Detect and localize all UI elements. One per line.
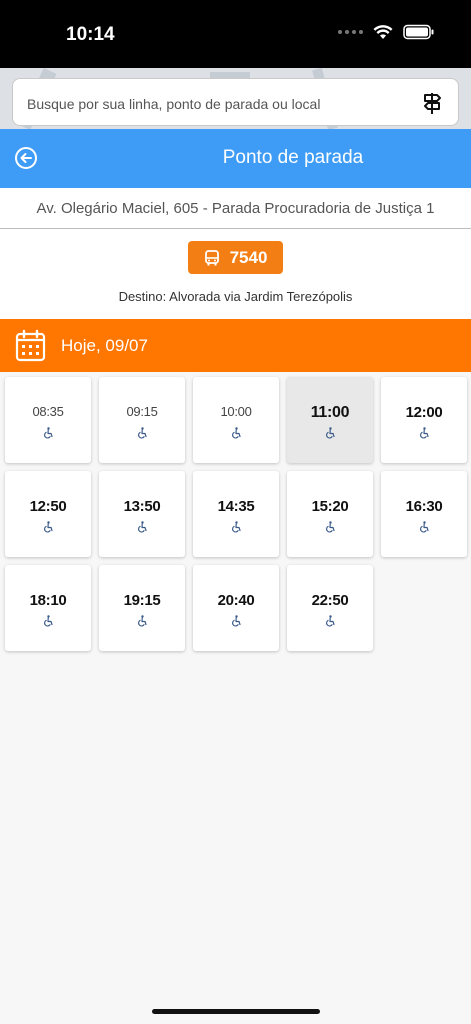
status-bar: 10:14 xyxy=(0,0,471,68)
departure-time: 12:00 xyxy=(405,404,443,421)
departure-time-tile[interactable]: 19:15 xyxy=(99,565,185,651)
departure-time-tile[interactable]: 15:20 xyxy=(287,471,373,557)
departure-time: 12:50 xyxy=(29,498,67,515)
departure-time: 08:35 xyxy=(32,404,64,419)
stop-name: Av. Olegário Maciel, 605 - Parada Procur… xyxy=(0,188,471,229)
signpost-icon[interactable] xyxy=(420,90,446,116)
departure-time-tile[interactable]: 12:00 xyxy=(381,377,467,463)
departure-time: 15:20 xyxy=(311,498,349,515)
wheelchair-icon xyxy=(418,520,430,533)
wheelchair-icon xyxy=(324,614,336,627)
wheelchair-icon xyxy=(136,520,148,533)
departure-time-tile[interactable]: 10:00 xyxy=(193,377,279,463)
status-time: 10:14 xyxy=(66,24,115,45)
cellular-signal-icon xyxy=(338,30,363,34)
wheelchair-icon xyxy=(42,426,54,439)
departure-time-tile[interactable]: 12:50 xyxy=(5,471,91,557)
battery-icon xyxy=(403,24,434,40)
wheelchair-icon xyxy=(324,426,336,439)
wheelchair-icon xyxy=(230,426,242,439)
departure-time: 16:30 xyxy=(405,498,443,515)
wheelchair-icon xyxy=(418,426,430,439)
departure-time-tile[interactable]: 11:00 xyxy=(287,377,373,463)
departure-time-tile[interactable]: 16:30 xyxy=(381,471,467,557)
date-label: Hoje, 09/07 xyxy=(61,336,148,355)
departure-time-tile[interactable]: 18:10 xyxy=(5,565,91,651)
line-badge[interactable]: 7540 xyxy=(188,241,283,274)
departure-time: 22:50 xyxy=(311,592,349,609)
departure-time-tile[interactable]: 08:35 xyxy=(5,377,91,463)
departure-time-tile[interactable]: 22:50 xyxy=(287,565,373,651)
departure-time: 13:50 xyxy=(123,498,161,515)
departure-time: 14:35 xyxy=(217,498,255,515)
line-number: 7540 xyxy=(229,247,268,267)
wheelchair-icon xyxy=(324,520,336,533)
calendar-icon xyxy=(15,329,46,362)
wheelchair-icon xyxy=(230,614,242,627)
line-info: 7540 Destino: Alvorada via Jardim Terezó… xyxy=(0,229,471,319)
destination-label: Destino: Alvorada via Jardim Terezópolis xyxy=(118,289,353,304)
departure-time: 10:00 xyxy=(220,404,252,419)
departure-time-tile[interactable]: 14:35 xyxy=(193,471,279,557)
wheelchair-icon xyxy=(136,614,148,627)
wheelchair-icon xyxy=(42,520,54,533)
date-bar[interactable]: Hoje, 09/07 xyxy=(0,319,471,372)
departure-time: 20:40 xyxy=(217,592,255,609)
status-icons xyxy=(338,24,435,40)
departure-time: 18:10 xyxy=(29,592,67,609)
departure-time-tile[interactable]: 09:15 xyxy=(99,377,185,463)
wheelchair-icon xyxy=(136,426,148,439)
wheelchair-icon xyxy=(42,614,54,627)
page-title: Ponto de parada xyxy=(222,147,364,168)
departure-time-tile[interactable]: 20:40 xyxy=(193,565,279,651)
home-indicator[interactable] xyxy=(152,1009,320,1014)
bus-icon xyxy=(204,249,219,265)
page-header: Ponto de parada xyxy=(0,129,471,188)
departure-time: 09:15 xyxy=(126,404,158,419)
departure-time: 11:00 xyxy=(310,404,350,421)
departure-time: 19:15 xyxy=(123,592,161,609)
departure-time-tile[interactable]: 13:50 xyxy=(99,471,185,557)
wifi-icon xyxy=(373,25,393,39)
search-input[interactable]: Busque por sua linha, ponto de parada ou… xyxy=(12,78,459,126)
wheelchair-icon xyxy=(230,520,242,533)
search-placeholder: Busque por sua linha, ponto de parada ou… xyxy=(27,96,321,112)
